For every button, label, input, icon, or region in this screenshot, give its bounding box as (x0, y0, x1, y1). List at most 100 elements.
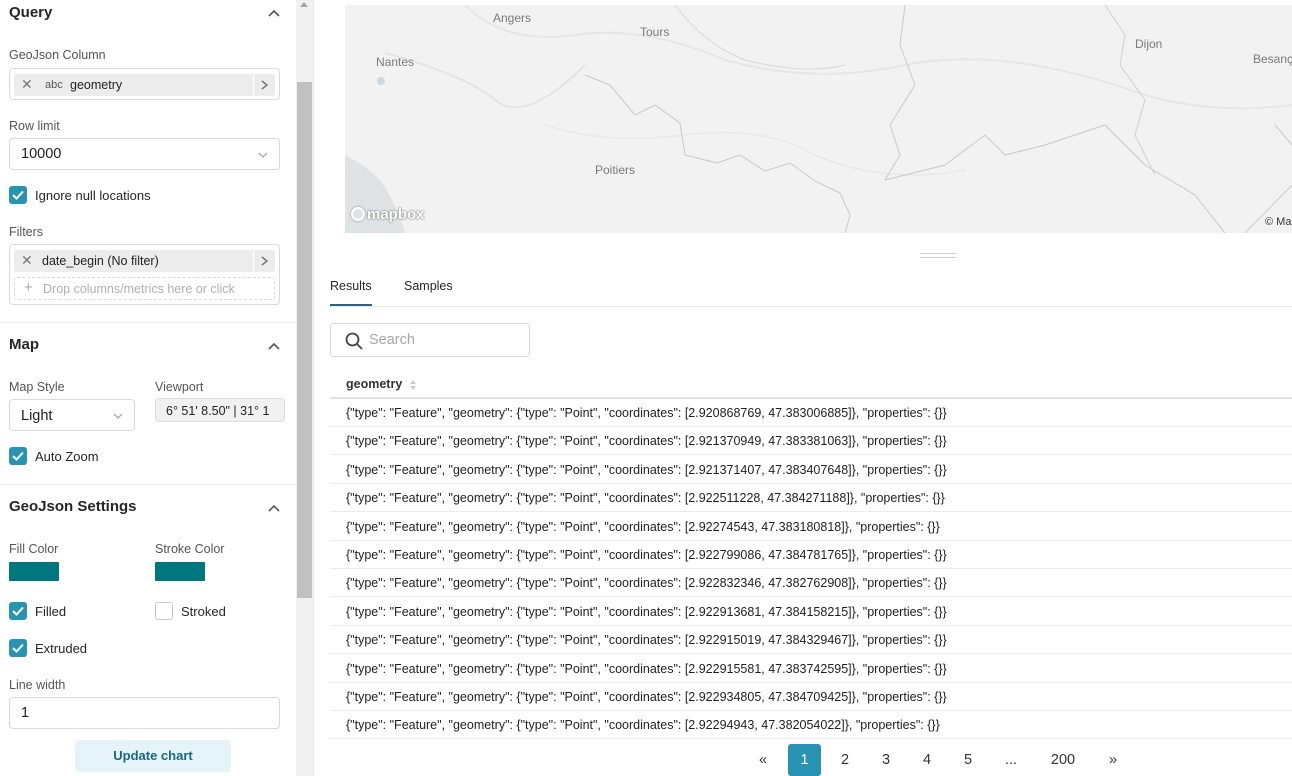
section-title-map: Map (9, 336, 39, 353)
fill-color-label: Fill Color (9, 542, 59, 556)
extruded-checkbox[interactable] (9, 639, 27, 657)
chevron-up-icon[interactable] (268, 342, 280, 350)
section-divider (0, 322, 296, 323)
map-city-label: Nantes (376, 55, 415, 69)
pagination-page-1[interactable]: 1 (788, 744, 821, 776)
map-style-value: Light (21, 408, 53, 424)
pagination-page-2[interactable]: 2 (830, 744, 860, 776)
map-style-label: Map Style (9, 380, 65, 394)
row-limit-select[interactable]: 10000 (9, 138, 280, 170)
ignore-null-checkbox[interactable] (9, 186, 27, 204)
table-row[interactable]: {"type": "Feature", "geometry": {"type":… (330, 683, 1292, 711)
plus-icon: + (24, 279, 33, 296)
filled-checkbox[interactable] (9, 602, 27, 620)
pagination-page-5[interactable]: 5 (953, 744, 983, 776)
tab-samples[interactable]: Samples (404, 279, 453, 293)
table-row[interactable]: {"type": "Feature", "geometry": {"type":… (330, 399, 1292, 427)
scrollbar-thumb[interactable] (297, 82, 312, 598)
table-cell-geometry: {"type": "Feature", "geometry": {"type":… (346, 462, 947, 477)
line-width-input[interactable]: 1 (9, 697, 280, 729)
table-row[interactable]: {"type": "Feature", "geometry": {"type":… (330, 541, 1292, 569)
map-city-label: Besanç (1253, 52, 1292, 66)
geojson-column-value: geometry (70, 78, 123, 92)
remove-chip-icon[interactable]: ✕ (21, 252, 33, 269)
section-title-geojson-settings: GeoJson Settings (9, 498, 137, 515)
resize-handle[interactable] (920, 253, 956, 258)
auto-zoom-checkbox[interactable] (9, 447, 27, 465)
map-copyright[interactable]: © Ma (1265, 216, 1291, 228)
map-city-label: Angers (493, 11, 532, 25)
control-panel: Query GeoJson Column ✕ abc geometry Row … (0, 0, 296, 776)
table-cell-geometry: {"type": "Feature", "geometry": {"type":… (346, 661, 947, 676)
scroll-up-icon[interactable] (300, 2, 308, 7)
filter-chip-label: date_begin (No filter) (42, 254, 159, 268)
column-header-geometry[interactable]: geometry (346, 377, 402, 391)
map-city-label: Poitiers (595, 163, 636, 177)
pagination-next[interactable]: » (1100, 744, 1126, 776)
viewport-label: Viewport (155, 380, 204, 394)
search-input[interactable] (369, 330, 519, 350)
chevron-up-icon[interactable] (268, 504, 280, 512)
table-cell-geometry: {"type": "Feature", "geometry": {"type":… (346, 548, 947, 562)
pagination-page-last[interactable]: 200 (1042, 744, 1084, 776)
table-cell-geometry: {"type": "Feature", "geometry": {"type":… (346, 491, 945, 506)
search-icon (345, 332, 363, 350)
chevron-up-icon[interactable] (268, 9, 280, 17)
table-cell-geometry: {"type": "Feature", "geometry": {"type":… (346, 718, 940, 733)
table-row[interactable]: {"type": "Feature", "geometry": {"type":… (330, 569, 1292, 598)
viewport-field[interactable]: 6° 51' 8.50" | 31° 1 (155, 398, 285, 422)
table-row[interactable]: {"type": "Feature", "geometry": {"type":… (330, 484, 1292, 513)
chevron-down-icon (113, 413, 123, 419)
stroked-checkbox[interactable] (155, 602, 173, 620)
stroke-color-label: Stroke Color (155, 542, 225, 556)
map-view[interactable]: Angers Tours Nantes Dijon Besanç Poitier… (345, 5, 1292, 233)
table-row[interactable]: {"type": "Feature", "geometry": {"type":… (330, 655, 1292, 683)
table-row[interactable]: {"type": "Feature", "geometry": {"type":… (330, 456, 1292, 484)
map-city-label: Dijon (1135, 37, 1163, 51)
table-cell-geometry: {"type": "Feature", "geometry": {"type":… (346, 690, 947, 704)
geojson-column-chip[interactable]: ✕ abc geometry (14, 74, 275, 96)
remove-chip-icon[interactable]: ✕ (21, 76, 33, 93)
map-style-select[interactable]: Light (9, 399, 135, 431)
sort-icon[interactable] (410, 380, 416, 390)
update-chart-button[interactable]: Update chart (75, 740, 231, 772)
table-row[interactable]: {"type": "Feature", "geometry": {"type":… (330, 626, 1292, 655)
pagination-page-3[interactable]: 3 (871, 744, 901, 776)
row-limit-value: 10000 (21, 146, 62, 162)
table-cell-geometry: {"type": "Feature", "geometry": {"type":… (346, 519, 940, 534)
pagination-prev[interactable]: « (750, 744, 776, 776)
drop-zone[interactable]: + Drop columns/metrics here or click (14, 277, 275, 300)
geojson-column-label: GeoJson Column (9, 48, 106, 62)
table-cell-geometry: {"type": "Feature", "geometry": {"type":… (346, 633, 947, 648)
geojson-column-field[interactable]: ✕ abc geometry (9, 68, 280, 100)
drop-zone-label: Drop columns/metrics here or click (43, 282, 235, 296)
table-cell-geometry: {"type": "Feature", "geometry": {"type":… (346, 406, 947, 420)
section-title-query: Query (9, 4, 53, 21)
filter-chip[interactable]: ✕ date_begin (No filter) (14, 250, 275, 272)
tab-results[interactable]: Results (330, 279, 372, 293)
viewport-value: 6° 51' 8.50" | 31° 1 (166, 404, 270, 418)
search-box[interactable] (330, 323, 530, 357)
filters-label: Filters (9, 225, 44, 239)
table-row[interactable]: {"type": "Feature", "geometry": {"type":… (330, 513, 1292, 541)
mapbox-logo[interactable]: mapbox (351, 206, 425, 223)
panel-scrollbar[interactable] (296, 0, 313, 776)
fill-color-swatch[interactable] (9, 562, 59, 581)
section-divider (0, 484, 296, 485)
mapbox-logo-icon (351, 207, 365, 221)
pagination-ellipsis[interactable]: ... (996, 744, 1026, 776)
chevron-right-icon[interactable] (253, 74, 275, 96)
tabs-divider (330, 306, 1292, 307)
ignore-null-label: Ignore null locations (35, 188, 151, 203)
filters-field[interactable]: ✕ date_begin (No filter) + Drop columns/… (9, 244, 280, 305)
chevron-right-icon[interactable] (253, 250, 275, 272)
table-row[interactable]: {"type": "Feature", "geometry": {"type":… (330, 711, 1292, 740)
chevron-down-icon (258, 152, 268, 158)
stroked-label: Stroked (181, 604, 226, 619)
line-width-value: 1 (21, 705, 30, 721)
pagination-page-4[interactable]: 4 (912, 744, 942, 776)
table-cell-geometry: {"type": "Feature", "geometry": {"type":… (346, 576, 947, 591)
stroke-color-swatch[interactable] (155, 562, 205, 581)
table-row[interactable]: {"type": "Feature", "geometry": {"type":… (330, 427, 1292, 456)
table-row[interactable]: {"type": "Feature", "geometry": {"type":… (330, 598, 1292, 626)
